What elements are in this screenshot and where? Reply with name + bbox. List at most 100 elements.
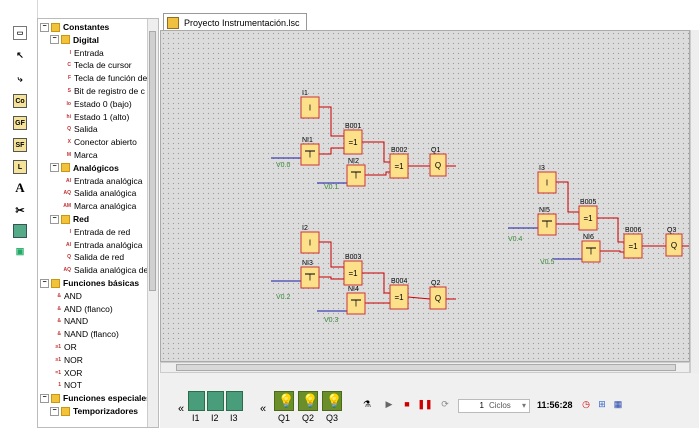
tree-item[interactable]: & NAND (50, 315, 88, 327)
tree-item[interactable]: Q Salida (60, 123, 98, 135)
gf-icon[interactable]: GF (13, 116, 27, 130)
input-switch[interactable] (188, 391, 205, 411)
expand-icon[interactable]: − (50, 163, 59, 173)
input-label: I3 (230, 413, 238, 423)
network-icon[interactable]: ⊞ (596, 398, 608, 410)
expand-icon[interactable]: − (50, 214, 59, 224)
wire[interactable] (319, 147, 344, 155)
expand-icon[interactable]: − (50, 406, 59, 416)
block-label: NI6 (583, 234, 594, 241)
block-icon[interactable] (13, 224, 27, 238)
element-icon: F (67, 75, 71, 82)
tree-item[interactable]: ≥1 OR (50, 341, 77, 353)
tree-item[interactable]: I Entrada (60, 47, 104, 59)
tree-item[interactable]: AQ Salida analógica de (60, 264, 149, 276)
tree-item-label: Tecla de función de (74, 73, 148, 84)
wire[interactable] (362, 141, 390, 163)
wire[interactable] (600, 250, 624, 253)
calendar-icon[interactable]: ▦ (612, 398, 624, 410)
element-icon: AI (66, 177, 71, 184)
tree-item[interactable]: Q Salida de red (60, 251, 124, 263)
tree-item-label: Entrada analógica (74, 175, 143, 186)
wire[interactable] (597, 217, 624, 243)
tree-item[interactable]: − Digital (50, 34, 99, 46)
tree-item[interactable]: − Temporizadores (50, 405, 138, 417)
tree-item[interactable]: hi Estado 1 (alto) (60, 111, 130, 123)
wire[interactable] (319, 276, 344, 280)
wire[interactable] (407, 296, 431, 300)
cycle-icon[interactable]: ⟳ (438, 397, 452, 411)
tree-item[interactable]: I Entrada de red (60, 226, 131, 238)
tree-item[interactable]: − Red (50, 213, 89, 225)
tree-item[interactable]: & AND (flanco) (50, 303, 112, 315)
tree-item[interactable]: − Constantes (40, 21, 109, 33)
tree-item[interactable]: M Marca (60, 149, 98, 161)
tree-item[interactable]: AI Entrada analógica (60, 239, 143, 251)
text-icon[interactable]: A (13, 180, 27, 195)
block-symbol: I (309, 104, 311, 113)
cycles-input[interactable]: 1 Ciclos ▾ (458, 399, 530, 413)
wire[interactable] (319, 106, 344, 137)
tree-item[interactable]: − Funciones básicas (40, 277, 139, 289)
sf-icon[interactable]: SF (13, 138, 27, 152)
expand-icon[interactable]: − (40, 393, 49, 403)
element-icon: & (57, 292, 61, 299)
input-switch[interactable] (207, 391, 224, 411)
tree-item[interactable]: C Tecla de cursor (60, 59, 131, 71)
tree-item[interactable]: & NAND (flanco) (50, 328, 118, 340)
simulation-mode-icon[interactable]: ⚗ (360, 397, 374, 411)
collapse-outputs-button[interactable]: « (260, 403, 266, 415)
connector-icon[interactable]: ⤷ (13, 72, 27, 86)
block-symbol: =1 (583, 214, 593, 223)
tree-item[interactable]: =1 XOR (50, 367, 82, 379)
clock-icon[interactable]: ◷ (580, 398, 592, 410)
tree-item-label: NAND (64, 316, 89, 327)
element-icon: AQ (63, 190, 72, 197)
tree-item-label: Salida (74, 124, 98, 135)
tree-item[interactable]: − Analógicos (50, 162, 119, 174)
cut-icon[interactable]: ✂ (13, 203, 27, 217)
output-label: Q2 (302, 413, 315, 423)
collapse-inputs-button[interactable]: « (178, 403, 184, 415)
element-icon: C (67, 62, 71, 69)
expand-icon[interactable]: − (40, 278, 49, 288)
pointer-icon[interactable]: ↖ (13, 48, 27, 62)
input-switch[interactable] (226, 391, 243, 411)
tree-item[interactable]: − Funciones especiales (40, 392, 151, 404)
tree-item[interactable]: AM Marca analógica (60, 200, 136, 212)
expand-icon[interactable]: − (50, 35, 59, 45)
tree-item[interactable]: & AND (50, 290, 82, 302)
chevron-down-icon[interactable]: ▾ (522, 400, 526, 412)
network-icon[interactable]: ▣ (13, 244, 27, 258)
wire[interactable] (319, 241, 344, 268)
diagram-canvas[interactable]: I I1 Ī NI1 =1 B001 Ī NI2 =1 B002 Q Q1 I I2 Ī NI3 =1 B003 Ī… (160, 30, 690, 362)
wire[interactable] (362, 272, 390, 294)
tree-item-label: OR (64, 342, 77, 352)
block-symbol: Q (671, 241, 677, 250)
tree-scrollbar[interactable] (147, 19, 158, 427)
tree-item[interactable]: 1 NOT (50, 379, 82, 391)
horizontal-scrollbar[interactable] (160, 362, 690, 373)
expand-icon[interactable]: − (40, 22, 49, 32)
tab-project[interactable]: Proyecto Instrumentación.lsc (163, 13, 307, 31)
vertical-scrollbar[interactable] (690, 30, 699, 373)
folder-icon (51, 393, 60, 403)
tree-item[interactable]: AI Entrada analógica (60, 175, 143, 187)
tree-item[interactable]: F Tecla de función de (60, 72, 147, 84)
element-icon: I (69, 228, 71, 235)
stop-icon[interactable]: ■ (400, 397, 414, 411)
pause-icon[interactable]: ❚❚ (417, 397, 432, 411)
tree-item[interactable]: AQ Salida analógica (60, 187, 137, 199)
tree-item[interactable]: X Conector abierto (60, 136, 137, 148)
l-icon[interactable]: L (13, 160, 27, 174)
wire[interactable] (556, 181, 579, 213)
tree-item[interactable]: ≥1 NOR (50, 354, 82, 366)
constants-icon[interactable]: Co (13, 94, 27, 108)
tree-item[interactable]: lo Estado 0 (bajo) (60, 98, 132, 110)
window-icon[interactable]: ▭ (13, 26, 27, 40)
tree-item[interactable]: S Bit de registro de c (60, 85, 145, 97)
block-label: B001 (345, 123, 361, 130)
wire[interactable] (365, 171, 390, 176)
play-icon[interactable]: ▶ (382, 397, 396, 411)
element-icon: & (57, 331, 61, 338)
